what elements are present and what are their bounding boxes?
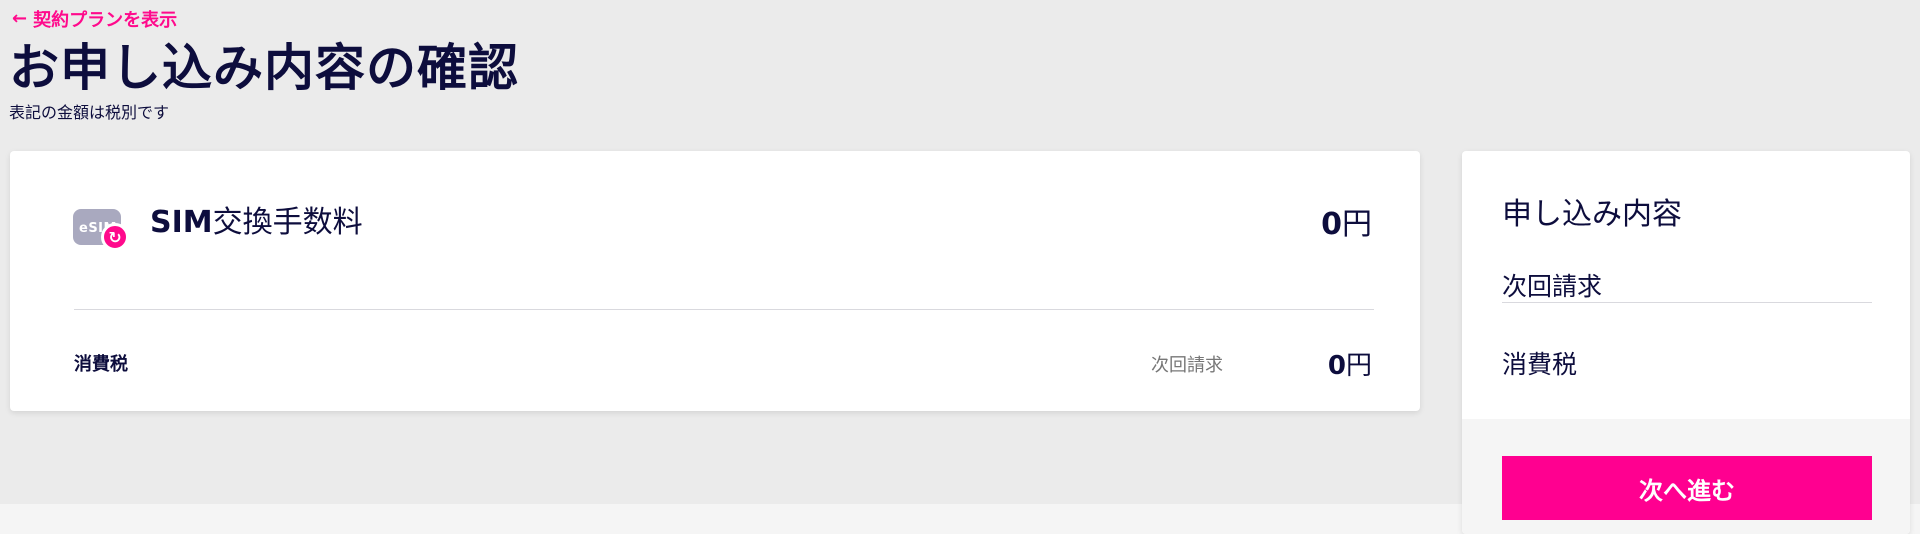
summary-panel: 申し込み内容 次回請求 消費税 次へ進む — [1462, 151, 1910, 534]
fee-item-name-ja: 交換手数料 — [212, 205, 363, 240]
fee-item-name: SIM交換手数料 — [150, 197, 363, 241]
page-title: お申し込み内容の確認 — [9, 39, 519, 97]
summary-billing-label: 次回請求 — [1502, 272, 1603, 301]
refresh-icon: ↻ — [101, 223, 129, 251]
back-link-label: 契約プランを表示 — [33, 10, 178, 31]
next-button[interactable]: 次へ進む — [1502, 456, 1872, 520]
tax-row-price: 0円 — [1328, 345, 1372, 382]
arrow-left-icon: ← — [12, 8, 28, 29]
fee-card: eSIM ↻ SIM交換手数料 0円 消費税 次回請求 0円 — [10, 151, 1420, 411]
fee-item-name-en: SIM — [150, 205, 213, 240]
tax-row-label: 消費税 — [74, 354, 128, 375]
fee-item-price-unit: 円 — [1342, 207, 1372, 242]
tax-note: 表記の金額は税別です — [9, 103, 170, 122]
fee-item-price-value: 0 — [1321, 207, 1342, 242]
fee-card-divider — [74, 309, 1374, 310]
tax-row-price-unit: 円 — [1345, 351, 1372, 381]
summary-tax-label: 消費税 — [1502, 350, 1578, 379]
fee-item-price: 0円 — [1321, 199, 1372, 243]
summary-divider — [1502, 302, 1872, 303]
tax-row-billing: 次回請求 — [1151, 355, 1223, 376]
back-to-plan-link[interactable]: ← 契約プランを表示 — [12, 6, 177, 32]
tax-row-price-value: 0 — [1327, 351, 1346, 381]
summary-title: 申し込み内容 — [1502, 197, 1682, 232]
esim-swap-icon: eSIM ↻ — [73, 205, 129, 251]
